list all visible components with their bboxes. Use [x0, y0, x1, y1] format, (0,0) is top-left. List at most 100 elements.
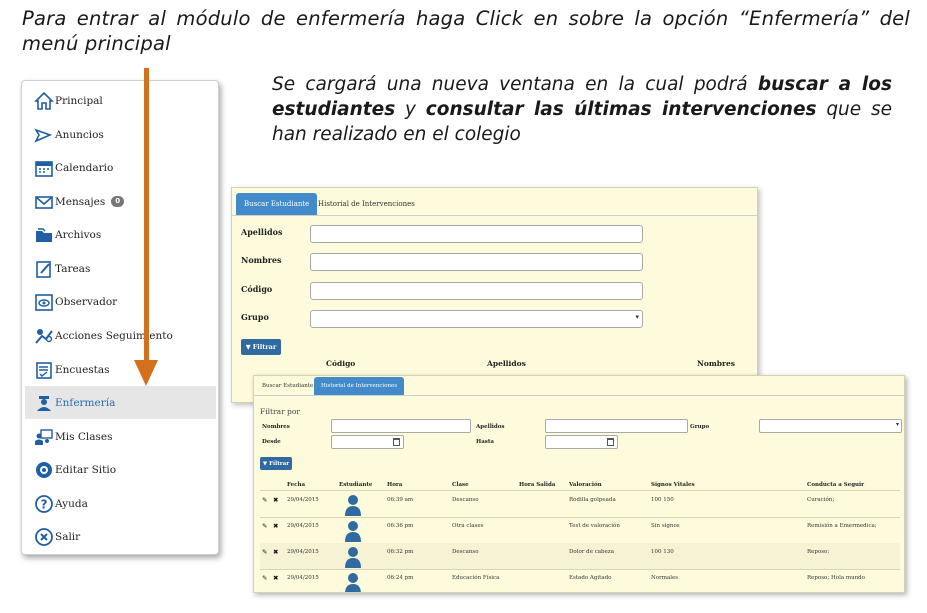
edit-icon[interactable]: ✎: [262, 522, 267, 530]
student-avatar-icon: [345, 573, 361, 592]
cell-clase: Descanso: [452, 497, 479, 503]
column-clase: Clase: [452, 482, 469, 488]
menu-item-enfermeria[interactable]: Enfermería: [25, 386, 216, 419]
hasta-date-input[interactable]: [545, 435, 618, 449]
desde-date-input[interactable]: [331, 435, 404, 449]
column-fecha: Fecha: [287, 482, 306, 488]
student-avatar-icon: [345, 495, 361, 516]
cell-fecha: 29/04/2015: [287, 549, 319, 555]
menu-item-label: Mensajes: [55, 195, 106, 208]
cell-hora: 06:24 pm: [387, 575, 414, 581]
apellidos-label: Apellidos: [476, 424, 505, 430]
tab-buscar-estudiante[interactable]: Buscar Estudiante: [256, 377, 319, 395]
table-row: ✎ ✖ 29/04/2015 06:24 pm Educación Física…: [260, 569, 900, 592]
student-avatar-icon: [345, 521, 361, 542]
tab-historial-intervenciones[interactable]: Historial de Intervenciones: [314, 377, 405, 395]
cell-hora: 06:32 pm: [387, 549, 414, 555]
table-row: ✎ ✖ 29/04/2015 06:36 pm Otra clases Test…: [260, 517, 900, 543]
tab-divider: [232, 215, 757, 216]
grupo-label: Grupo: [241, 312, 269, 322]
menu-item-label: Salir: [55, 530, 81, 543]
calendar-icon: [34, 158, 54, 178]
calendar-icon[interactable]: [607, 438, 614, 446]
column-estudiante: Estudiante: [339, 482, 373, 488]
tab-divider: [254, 395, 904, 396]
menu-item-salir[interactable]: Salir: [25, 520, 216, 553]
instruction-top-text: Para entrar al módulo de enfermería haga…: [22, 7, 910, 55]
main-menu: Principal Anuncios Calendario Mensajes 0…: [21, 80, 219, 555]
exit-icon: [34, 527, 54, 547]
filter-button-label: Filtrar: [269, 460, 290, 467]
menu-item-observador[interactable]: Observador: [25, 285, 216, 318]
nombres-input[interactable]: [331, 419, 471, 433]
cell-signos: Normales: [651, 575, 679, 581]
menu-item-archivos[interactable]: Archivos: [25, 218, 216, 251]
delete-icon[interactable]: ✖: [273, 548, 278, 556]
search-student-panel: Buscar Estudiante Historial de Intervenc…: [231, 187, 758, 403]
filter-button[interactable]: ▼ Filtrar: [241, 339, 281, 355]
grupo-select[interactable]: [759, 419, 902, 433]
survey-icon: [34, 360, 54, 380]
apellidos-input[interactable]: [545, 419, 688, 433]
menu-item-mensajes[interactable]: Mensajes 0: [25, 185, 216, 218]
menu-item-label: Archivos: [55, 228, 102, 241]
nombres-label: Nombres: [262, 424, 290, 430]
menu-item-encuestas[interactable]: Encuestas: [25, 353, 216, 386]
menu-item-label: Observador: [55, 295, 118, 308]
cell-clase: Educación Física: [452, 575, 500, 581]
delete-icon[interactable]: ✖: [273, 574, 278, 582]
menu-item-principal[interactable]: Principal: [25, 84, 216, 117]
cell-fecha: 29/04/2015: [287, 497, 319, 503]
filter-icon: ▼: [245, 343, 251, 351]
delete-icon[interactable]: ✖: [273, 496, 278, 504]
arrow-head: [134, 360, 158, 386]
menu-item-label: Mis Clases: [55, 430, 113, 443]
menu-item-tareas[interactable]: Tareas: [25, 252, 216, 285]
tab-buscar-estudiante[interactable]: Buscar Estudiante: [236, 193, 318, 215]
nombres-input[interactable]: [310, 253, 643, 271]
edit-icon[interactable]: ✎: [262, 574, 267, 582]
menu-item-anuncios[interactable]: Anuncios: [25, 118, 216, 151]
column-hora: Hora: [387, 482, 403, 488]
delete-icon[interactable]: ✖: [273, 522, 278, 530]
cell-conducta: Reposo; Hola mundo: [807, 575, 865, 581]
cell-valoracion: Rodilla golpeada: [569, 497, 616, 503]
codigo-input[interactable]: [310, 282, 643, 300]
menu-item-label: Anuncios: [55, 128, 104, 141]
edit-icon[interactable]: ✎: [262, 496, 267, 504]
menu-item-editar-sitio[interactable]: Editar Sitio: [25, 453, 216, 486]
edit-icon[interactable]: ✎: [262, 548, 267, 556]
menu-item-label: Acciones Seguimiento: [55, 329, 173, 342]
messages-badge: 0: [111, 196, 125, 207]
cell-hora: 06:36 pm: [387, 523, 414, 529]
calendar-icon[interactable]: [393, 438, 400, 446]
menu-item-ayuda[interactable]: ? Ayuda: [25, 487, 216, 520]
instruction-right-part2: y: [395, 99, 426, 120]
cell-fecha: 29/04/2015: [287, 523, 319, 529]
menu-item-mis-clases[interactable]: Mis Clases: [25, 420, 216, 453]
menu-item-calendario[interactable]: Calendario: [25, 151, 216, 184]
megaphone-icon: [34, 125, 54, 145]
tasks-icon: [34, 259, 54, 279]
cell-clase: Otra clases: [452, 523, 484, 529]
filter-icon: ▼: [262, 460, 268, 467]
menu-item-label: Principal: [55, 94, 103, 107]
instruction-right-text: Se cargará una nueva ventana en la cual …: [272, 72, 892, 147]
student-avatar-icon: [345, 547, 361, 568]
classes-icon: [34, 427, 54, 447]
column-codigo: Código: [326, 359, 356, 368]
column-hora-salida: Hora Salida: [519, 482, 556, 488]
hasta-label: Hasta: [476, 439, 494, 445]
observer-icon: [34, 292, 54, 312]
filter-button[interactable]: ▼ Filtrar: [260, 457, 292, 470]
apellidos-input[interactable]: [310, 225, 643, 243]
cell-valoracion: Dolor de cabeza: [569, 549, 615, 555]
tab-historial-intervenciones[interactable]: Historial de Intervenciones: [310, 193, 423, 215]
cell-clase: Descanso: [452, 549, 479, 555]
home-icon: [34, 91, 54, 111]
grupo-select[interactable]: [310, 310, 643, 328]
codigo-label: Código: [241, 284, 273, 294]
instruction-right-part1: Se cargará una nueva ventana en la cual …: [272, 74, 758, 95]
menu-item-acciones-seguimiento[interactable]: Acciones Seguimiento: [25, 319, 216, 352]
cell-valoracion: Test de valoración: [569, 523, 620, 529]
